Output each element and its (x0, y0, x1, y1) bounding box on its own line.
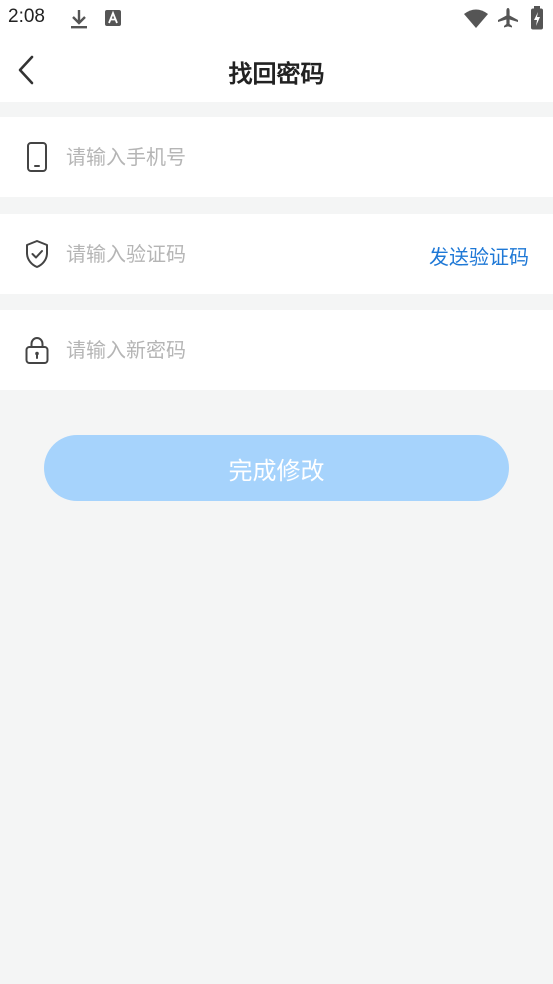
phone-field-row (0, 117, 553, 197)
wifi-icon (464, 9, 488, 28)
app-bar: 找回密码 (0, 38, 553, 102)
airplane-icon (498, 8, 518, 28)
page-title: 找回密码 (228, 60, 325, 88)
new-password-input[interactable] (66, 330, 406, 370)
shield-check-icon (26, 240, 48, 268)
font-a-icon (105, 10, 121, 26)
code-field-row: 发送验证码 (0, 214, 553, 294)
status-time: 2:08 (8, 6, 45, 27)
status-bar: 2:08 (0, 0, 553, 38)
phone-icon (27, 142, 47, 172)
send-code-button[interactable]: 发送验证码 (429, 241, 529, 270)
battery-icon (531, 6, 543, 30)
phone-input[interactable] (66, 137, 406, 177)
lock-icon (25, 336, 49, 364)
download-icon (71, 10, 87, 29)
verification-code-input[interactable] (66, 234, 366, 274)
password-field-row (0, 310, 553, 390)
submit-button[interactable]: 完成修改 (44, 435, 509, 501)
